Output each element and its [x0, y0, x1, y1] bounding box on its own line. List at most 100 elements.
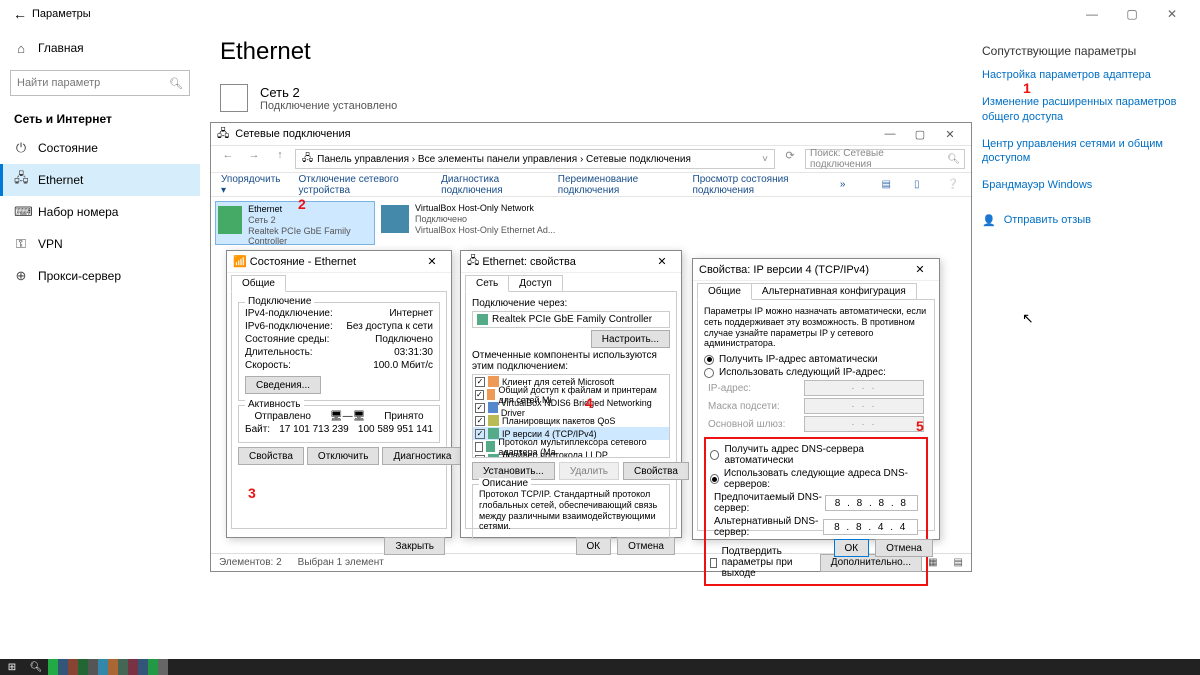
adapter-name: Ethernet	[248, 204, 372, 215]
breadcrumb-text: Панель управления › Все элементы панели …	[317, 154, 691, 165]
sidebar-item-status[interactable]: ⏻Состояние	[0, 132, 200, 164]
sidebar-item-ethernet[interactable]: 🖧Ethernet	[0, 164, 200, 196]
radio-dns-auto[interactable]: Получить адрес DNS-сервера автоматически	[710, 443, 922, 467]
related-panel: Сопутствующие параметры Настройка параме…	[970, 28, 1200, 659]
radio-ip-manual[interactable]: Использовать следующий IP-адрес:	[704, 366, 928, 379]
network-row[interactable]: Сеть 2 Подключение установлено	[220, 84, 950, 112]
list-item: Планировщик пакетов QoS	[502, 416, 615, 426]
related-heading: Сопутствующие параметры	[982, 44, 1188, 58]
radio-ip-auto[interactable]: Получить IP-адрес автоматически	[704, 353, 928, 366]
ok-button[interactable]: ОК	[834, 539, 870, 557]
ipv4-properties-dialog: Свойства: IP версии 4 (TCP/IPv4)✕ ОбщиеА…	[692, 258, 940, 540]
tab-general[interactable]: Общие	[231, 275, 286, 292]
view-icon[interactable]: ▤	[881, 179, 896, 190]
preview-icon[interactable]: ▯	[914, 179, 929, 190]
close-button[interactable]: ✕	[907, 263, 933, 276]
tab-access[interactable]: Доступ	[508, 275, 563, 292]
cancel-button[interactable]: Отмена	[875, 539, 933, 557]
home-icon: ⌂	[14, 41, 28, 56]
cancel-button[interactable]: Отмена	[617, 537, 675, 555]
row-value: Подключено	[375, 334, 433, 345]
diagnose-button[interactable]: Диагностика	[382, 447, 462, 465]
nav-forward[interactable]: →	[243, 149, 265, 169]
gateway-field: · · ·	[804, 416, 924, 432]
dns2-label: Альтернативный DNS-сервер:	[714, 516, 823, 538]
recv-bytes: 100 589 951 141	[358, 424, 433, 435]
intro-text: Параметры IP можно назначать автоматичес…	[704, 306, 928, 349]
row-label: Состояние среды:	[245, 334, 329, 345]
cmd-rename[interactable]: Переименование подключения	[558, 174, 675, 196]
search-input[interactable]: Найти параметр🔍︎	[10, 70, 190, 96]
tab-general[interactable]: Общие	[697, 283, 752, 300]
sidebar-item-dialup[interactable]: ⌨Набор номера	[0, 196, 200, 228]
maximize-button[interactable]: ▢	[1112, 7, 1152, 21]
ip-label: IP-адрес:	[708, 383, 751, 394]
search-icon: 🔍︎	[169, 77, 183, 90]
link-firewall[interactable]: Брандмауэр Windows	[982, 178, 1188, 193]
component-list[interactable]: ✓Клиент для сетей Microsoft ✓Общий досту…	[472, 374, 670, 458]
refresh-button[interactable]: ⟳	[779, 149, 801, 169]
close-button[interactable]: ✕	[649, 255, 675, 268]
configure-button[interactable]: Настроить...	[591, 330, 670, 348]
adapter-name: Realtek PCIe GbE Family Controller	[492, 314, 652, 325]
cmd-viewstatus[interactable]: Просмотр состояния подключения	[693, 174, 822, 196]
cmd-diagnose[interactable]: Диагностика подключения	[441, 174, 540, 196]
validate-checkbox[interactable]: Подтвердить параметры при выходе	[710, 545, 820, 580]
radio-label: Получить адрес DNS-сервера автоматически	[724, 444, 922, 466]
sent-label: Отправлено	[254, 411, 310, 422]
sent-bytes: 17 101 713 239	[279, 424, 349, 435]
close-button[interactable]: ✕	[1152, 7, 1192, 21]
details-button[interactable]: Сведения...	[245, 376, 321, 394]
nav-up[interactable]: ↑	[269, 149, 291, 169]
dns1-field[interactable]: 8 . 8 . 8 . 8	[825, 495, 918, 511]
link-adapter-settings[interactable]: Настройка параметров адаптера	[982, 68, 1188, 83]
link-network-center[interactable]: Центр управления сетями и общим доступом	[982, 137, 1188, 167]
sidebar-label: Ethernet	[38, 173, 83, 187]
dns2-field[interactable]: 8 . 8 . 4 . 4	[823, 519, 918, 535]
radio-dns-manual[interactable]: Использовать следующие адреса DNS-сервер…	[710, 467, 922, 491]
sidebar-item-vpn[interactable]: ⚿VPN	[0, 228, 200, 260]
network-status: Подключение установлено	[260, 100, 397, 112]
vpn-icon: ⚿	[14, 236, 28, 252]
adapter-icon	[218, 206, 242, 234]
maximize-button[interactable]: ▢	[905, 128, 935, 141]
status-dialog: 📶 Состояние - Ethernet✕ Общие Подключени…	[226, 250, 452, 538]
nav-back[interactable]: ←	[217, 149, 239, 169]
close-button[interactable]: ✕	[935, 128, 965, 141]
sidebar-section: Сеть и Интернет	[0, 106, 200, 132]
component-properties-button[interactable]: Свойства	[623, 462, 689, 480]
tab-alt-config[interactable]: Альтернативная конфигурация	[751, 283, 917, 300]
close-button[interactable]: ✕	[419, 255, 445, 268]
radio-label: Получить IP-адрес автоматически	[719, 354, 878, 365]
tab-network[interactable]: Сеть	[465, 275, 509, 292]
sidebar-item-proxy[interactable]: ⊕Прокси-сервер	[0, 260, 200, 292]
settings-title: Параметры	[32, 8, 91, 20]
settings-sidebar: ⌂Главная Найти параметр🔍︎ Сеть и Интерне…	[0, 28, 200, 659]
adapter-ethernet[interactable]: EthernetСеть 2Realtek PCIe GbE Family Co…	[215, 201, 375, 245]
dialog-title: Ethernet: свойства	[482, 256, 576, 268]
minimize-button[interactable]: —	[875, 128, 905, 140]
search-taskbar[interactable]: 🔍︎	[24, 659, 48, 675]
start-button[interactable]: ⊞	[0, 659, 24, 675]
properties-button[interactable]: Свойства	[238, 447, 304, 465]
cmd-disable[interactable]: Отключение сетевого устройства	[299, 174, 424, 196]
list-item: Драйвер протокола LLDP (Майкрософт)	[502, 450, 667, 459]
cmd-organize[interactable]: Упорядочить ▾	[221, 174, 281, 196]
cmd-more[interactable]: »	[840, 179, 846, 190]
sidebar-item-home[interactable]: ⌂Главная	[0, 32, 200, 64]
minimize-button[interactable]: —	[1072, 7, 1112, 21]
disable-button[interactable]: Отключить	[307, 447, 380, 465]
link-feedback[interactable]: Отправить отзыв	[1004, 213, 1091, 228]
ok-button[interactable]: ОК	[576, 537, 612, 555]
explorer-search[interactable]: Поиск: Сетевые подключения🔍︎	[805, 149, 965, 169]
adapter-virtualbox[interactable]: VirtualBox Host-Only NetworkПодключеноVi…	[379, 201, 559, 245]
back-button[interactable]: ←	[8, 6, 32, 22]
breadcrumb[interactable]: 🖧Панель управления › Все элементы панели…	[295, 149, 775, 169]
view-large-icon[interactable]: ▤	[954, 557, 963, 568]
close-dialog-button[interactable]: Закрыть	[384, 537, 445, 555]
checkbox-label: Подтвердить параметры при выходе	[722, 546, 820, 579]
row-value: 100.0 Мбит/с	[373, 360, 433, 371]
link-sharing-settings[interactable]: Изменение расширенных параметров общего …	[982, 95, 1188, 125]
row-value: Без доступа к сети	[346, 321, 433, 332]
help-icon[interactable]: ❔	[946, 179, 961, 190]
